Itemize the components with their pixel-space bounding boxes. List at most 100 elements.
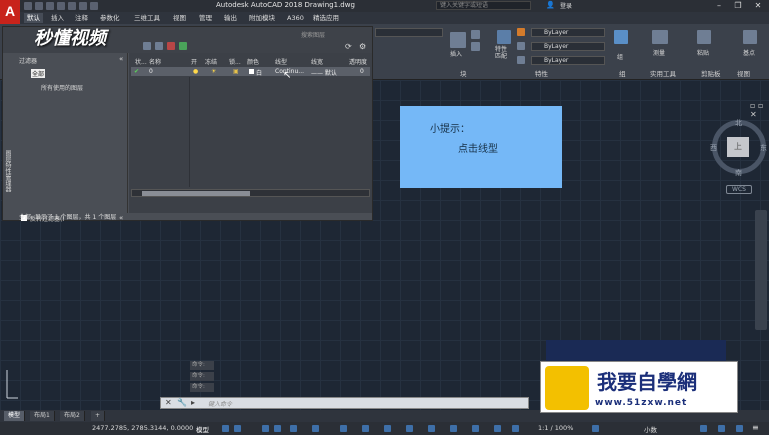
- linetype-combo[interactable]: ByLayer: [531, 56, 605, 65]
- set-current-icon[interactable]: [179, 42, 187, 50]
- open-icon[interactable]: [35, 2, 43, 10]
- isolate-objects-icon[interactable]: [718, 425, 725, 432]
- 3d-osnap-icon[interactable]: [406, 425, 413, 432]
- panel-label-block[interactable]: 块: [460, 68, 467, 78]
- undo-icon[interactable]: [79, 2, 87, 10]
- layer-name[interactable]: 0: [149, 68, 153, 75]
- settings-icon[interactable]: ⚙: [359, 42, 366, 51]
- selection-cycling-icon[interactable]: [384, 425, 391, 432]
- osnap-icon[interactable]: [290, 425, 297, 432]
- linetype-icon[interactable]: [517, 56, 525, 64]
- transparency-icon[interactable]: [362, 425, 369, 432]
- snap-icon[interactable]: [234, 425, 241, 432]
- search-input[interactable]: 键入关键字或短语: [436, 1, 531, 10]
- auto-scale-icon[interactable]: [512, 425, 519, 432]
- col-freeze[interactable]: 冻结: [205, 57, 217, 66]
- match-properties-icon[interactable]: [497, 30, 511, 44]
- tab-annotate[interactable]: 注释: [72, 13, 91, 23]
- tab-a360[interactable]: A360: [284, 13, 307, 23]
- color-icon[interactable]: [517, 28, 525, 36]
- tab-addins[interactable]: 附加模块: [246, 13, 278, 23]
- gizmo-icon[interactable]: [472, 425, 479, 432]
- dynamic-ucs-icon[interactable]: [428, 425, 435, 432]
- collapse-icon[interactable]: «: [119, 55, 123, 63]
- tab-manage[interactable]: 管理: [196, 13, 215, 23]
- panel-label-view[interactable]: 视图: [737, 68, 750, 78]
- tab-insert[interactable]: 插入: [48, 13, 67, 23]
- measure-icon[interactable]: [652, 30, 668, 44]
- units-display[interactable]: 小数: [644, 424, 657, 434]
- layer-transparency[interactable]: 0: [360, 68, 364, 75]
- annotation-scale[interactable]: 1:1 / 100%: [538, 424, 573, 432]
- login-link[interactable]: 登录: [560, 1, 572, 10]
- lineweight-combo[interactable]: ByLayer: [531, 42, 605, 51]
- palette-title-strip[interactable]: 图层特性管理器: [2, 150, 12, 220]
- tab-3d-tools[interactable]: 三维工具: [131, 13, 163, 23]
- add-layout-button[interactable]: +: [91, 411, 106, 421]
- layer-lineweight[interactable]: —— 默认: [311, 68, 337, 77]
- polar-icon[interactable]: [274, 425, 281, 432]
- panel-label-groups[interactable]: 组: [619, 68, 626, 78]
- wcs-menu[interactable]: WCS: [726, 185, 752, 194]
- compass-east[interactable]: 东: [760, 143, 767, 153]
- clean-screen-icon[interactable]: [736, 425, 743, 432]
- col-status[interactable]: 状...: [135, 57, 147, 66]
- command-input[interactable]: 键入命令: [208, 399, 232, 408]
- command-prompt-icon[interactable]: ▸: [191, 398, 195, 407]
- restore-icon[interactable]: ❐: [731, 0, 745, 12]
- filter-all[interactable]: 全部: [31, 69, 46, 78]
- tab-layout1[interactable]: 布局1: [30, 411, 55, 421]
- tab-layout2[interactable]: 布局2: [60, 411, 85, 421]
- sun-icon[interactable]: ☀: [211, 68, 216, 75]
- table-row[interactable]: ✔ 0 ● ☀ ▣ 白 Continu... —— 默认 0: [131, 67, 370, 77]
- scrollbar-thumb[interactable]: [142, 191, 250, 196]
- wrench-icon[interactable]: 🔧: [177, 398, 187, 407]
- quick-properties-icon[interactable]: [700, 425, 707, 432]
- bulb-icon[interactable]: ●: [193, 68, 198, 75]
- close-command-icon[interactable]: ✕: [165, 398, 172, 407]
- col-transparency[interactable]: 透明度: [349, 57, 367, 66]
- layer-search-input[interactable]: 搜索图层: [301, 30, 325, 39]
- otrack-icon[interactable]: [312, 425, 319, 432]
- col-name[interactable]: 名称: [149, 57, 161, 66]
- col-lineweight[interactable]: 线宽: [311, 57, 323, 66]
- panel-label-properties[interactable]: 特性: [535, 68, 548, 78]
- layer-color[interactable]: 白: [256, 68, 262, 77]
- col-lock[interactable]: 锁...: [229, 57, 241, 66]
- tab-featured-apps[interactable]: 精选应用: [310, 13, 342, 23]
- workspace-icon[interactable]: [592, 425, 599, 432]
- viewcube-top-face[interactable]: 上: [727, 137, 749, 157]
- col-on[interactable]: 开: [191, 57, 197, 66]
- col-color[interactable]: 颜色: [247, 57, 259, 66]
- close-icon[interactable]: ✕: [751, 0, 765, 12]
- panel-label-clipboard[interactable]: 剪贴板: [701, 68, 721, 78]
- new-layer-icon[interactable]: [143, 42, 151, 50]
- grid-icon[interactable]: [222, 425, 229, 432]
- compass-south[interactable]: 南: [735, 168, 742, 178]
- delete-layer-icon[interactable]: [167, 42, 175, 50]
- panel-label-utilities[interactable]: 实用工具: [650, 68, 676, 78]
- tab-output[interactable]: 输出: [221, 13, 240, 23]
- color-swatch[interactable]: [249, 69, 254, 74]
- insert-block-icon[interactable]: [450, 32, 466, 48]
- saveas-icon[interactable]: [57, 2, 65, 10]
- col-linetype[interactable]: 线型: [275, 57, 287, 66]
- tab-parametric[interactable]: 参数化: [97, 13, 123, 23]
- group-icon[interactable]: [614, 30, 628, 44]
- edit-block-icon[interactable]: [471, 42, 480, 51]
- annotation-visibility-icon[interactable]: [494, 425, 501, 432]
- compass-west[interactable]: 西: [710, 143, 717, 153]
- tab-model[interactable]: 模型: [4, 411, 26, 421]
- tab-view[interactable]: 视图: [170, 13, 189, 23]
- navigation-bar[interactable]: [755, 210, 767, 330]
- lineweight-icon[interactable]: [517, 42, 525, 50]
- new-icon[interactable]: [24, 2, 32, 10]
- model-space-button[interactable]: 模型: [196, 424, 209, 434]
- minimize-icon[interactable]: –: [712, 0, 726, 12]
- coordinates[interactable]: 2477.2785, 2785.3144, 0.0000: [92, 424, 193, 432]
- lock-icon[interactable]: ▣: [233, 68, 239, 75]
- save-icon[interactable]: [46, 2, 54, 10]
- viewport-controls-icon[interactable]: ▫ ▫ ✕: [750, 101, 769, 119]
- refresh-icon[interactable]: ⟳: [345, 42, 352, 51]
- create-block-icon[interactable]: [471, 30, 480, 39]
